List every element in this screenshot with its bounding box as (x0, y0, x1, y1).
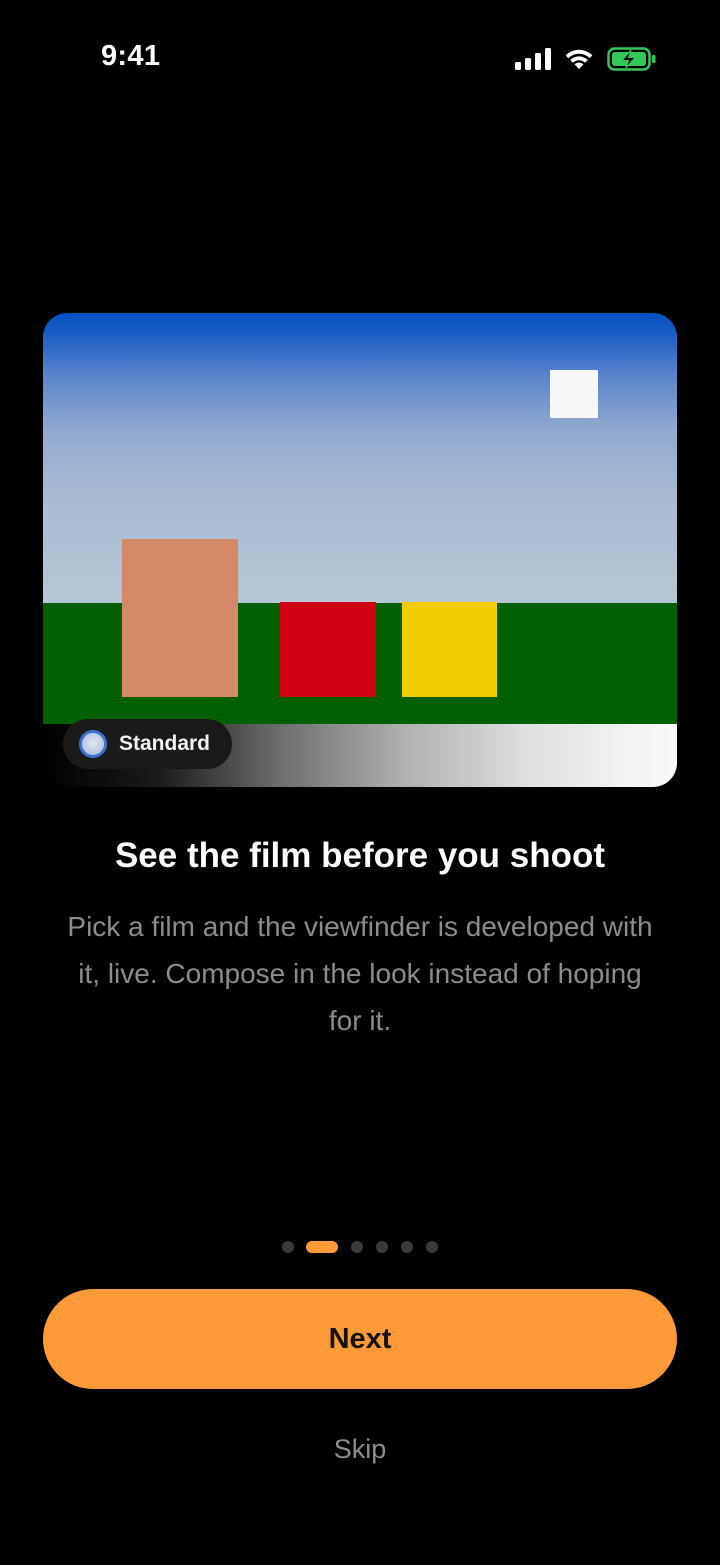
page-dot (282, 1241, 294, 1253)
preview-sun-square (550, 370, 598, 418)
page-dot (376, 1241, 388, 1253)
page-indicator (0, 1240, 720, 1254)
status-time: 9:41 (101, 40, 161, 72)
film-chip-label: Standard (119, 732, 211, 755)
cellular-signal-icon (515, 48, 551, 70)
film-preview-viewfinder (43, 313, 677, 787)
next-button[interactable]: Next (43, 1289, 677, 1389)
page-dot (401, 1241, 413, 1253)
preview-peach-block (122, 539, 238, 697)
page-dot-active (306, 1241, 338, 1253)
onboarding-description: Pick a film and the viewfinder is develo… (67, 911, 653, 1036)
status-bar: 9:41 (0, 0, 720, 120)
film-swatch-icon (79, 730, 107, 758)
preview-red-block (280, 602, 376, 697)
wifi-icon (565, 49, 593, 69)
battery-charging-icon (607, 47, 656, 71)
preview-yellow-block (402, 602, 497, 697)
page-dot (351, 1241, 363, 1253)
film-selector-chip[interactable]: Standard (63, 719, 232, 769)
onboarding-title: See the film before you shoot (114, 836, 606, 875)
skip-button[interactable]: Skip (0, 1434, 720, 1465)
page-dot (426, 1241, 438, 1253)
